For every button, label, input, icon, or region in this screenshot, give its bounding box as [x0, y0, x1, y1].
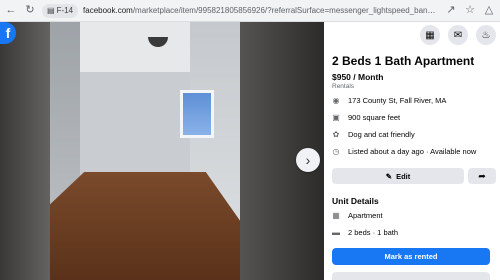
- bed-icon: ▬: [332, 227, 340, 237]
- photo-window: [180, 90, 214, 138]
- url-path: /marketplace/item/995821805856926/?refer…: [132, 6, 439, 15]
- browser-toolbar: ← ↻ ▤ F-14 facebook.com/marketplace/item…: [0, 0, 500, 22]
- secondary-button-cutoff[interactable]: [332, 272, 490, 280]
- mark-as-rented-button[interactable]: Mark as rented: [332, 248, 490, 265]
- ruler-icon: ▣: [332, 112, 340, 122]
- tab-chip[interactable]: ▤ F-14: [42, 3, 79, 18]
- info-row-listed: ◷ Listed about a day ago · Available now: [332, 146, 477, 156]
- notifications-bell-icon[interactable]: ♨: [476, 25, 496, 45]
- info-row-pets: ✿ Dog and cat friendly: [332, 130, 415, 139]
- address-bar[interactable]: facebook.com/marketplace/item/9958218058…: [83, 6, 439, 15]
- edit-button-label: Edit: [396, 171, 411, 181]
- address-text: 173 County St, Fall River, MA: [348, 96, 447, 105]
- area-text: 900 square feet: [348, 113, 401, 122]
- info-row-address: ◉ 173 County St, Fall River, MA: [332, 95, 447, 105]
- share-arrow-icon: ➦: [478, 170, 486, 181]
- unit-detail-rooms: ▬ 2 beds · 1 bath: [332, 228, 398, 237]
- clock-icon: ◷: [332, 146, 340, 156]
- tab-chip-label: F-14: [56, 6, 74, 15]
- photo-viewer: ›: [0, 22, 324, 280]
- paw-icon: ✿: [332, 129, 340, 139]
- listing-price: $950 / Month: [332, 72, 384, 82]
- edit-button[interactable]: ✎ Edit: [332, 168, 464, 184]
- pets-text: Dog and cat friendly: [348, 130, 415, 139]
- reload-icon[interactable]: ↻: [23, 4, 37, 18]
- unit-detail-type: ▦ Apartment: [332, 210, 383, 220]
- photo-back-wall: [80, 72, 190, 177]
- listing-details-panel: ▦ ✉ ♨ 2 Beds 1 Bath Apartment $950 / Mon…: [324, 22, 500, 280]
- chevron-right-icon: ›: [305, 152, 311, 168]
- menu-grid-icon[interactable]: ▦: [420, 25, 440, 45]
- unit-type-text: Apartment: [348, 211, 383, 220]
- bookmark-star-icon[interactable]: ☆: [463, 4, 477, 18]
- photo-left-wall: [50, 22, 80, 207]
- share-page-icon[interactable]: ↗: [444, 4, 458, 18]
- back-icon[interactable]: ←: [4, 4, 18, 18]
- labs-icon[interactable]: △: [482, 4, 496, 18]
- listing-category: Rentals: [332, 83, 355, 90]
- unit-details-heading: Unit Details: [332, 196, 379, 206]
- url-domain: facebook.com: [83, 6, 133, 15]
- listed-text: Listed about a day ago · Available now: [348, 147, 477, 156]
- next-photo-button[interactable]: ›: [296, 148, 320, 172]
- info-row-area: ▣ 900 square feet: [332, 113, 400, 122]
- photo-floor: [50, 172, 240, 280]
- building-icon: ▦: [332, 210, 340, 220]
- messenger-icon[interactable]: ✉: [448, 25, 468, 45]
- action-buttons: ✎ Edit ➦: [332, 168, 496, 184]
- listing-title: 2 Beds 1 Bath Apartment: [332, 54, 475, 68]
- share-button[interactable]: ➦: [468, 168, 496, 184]
- tab-chip-icon: ▤: [47, 6, 55, 15]
- listing-photo: [50, 22, 240, 280]
- map-pin-icon: ◉: [332, 95, 340, 105]
- rooms-text: 2 beds · 1 bath: [348, 228, 399, 237]
- top-right-actions: ▦ ✉ ♨: [420, 25, 496, 45]
- pencil-icon: ✎: [385, 171, 393, 181]
